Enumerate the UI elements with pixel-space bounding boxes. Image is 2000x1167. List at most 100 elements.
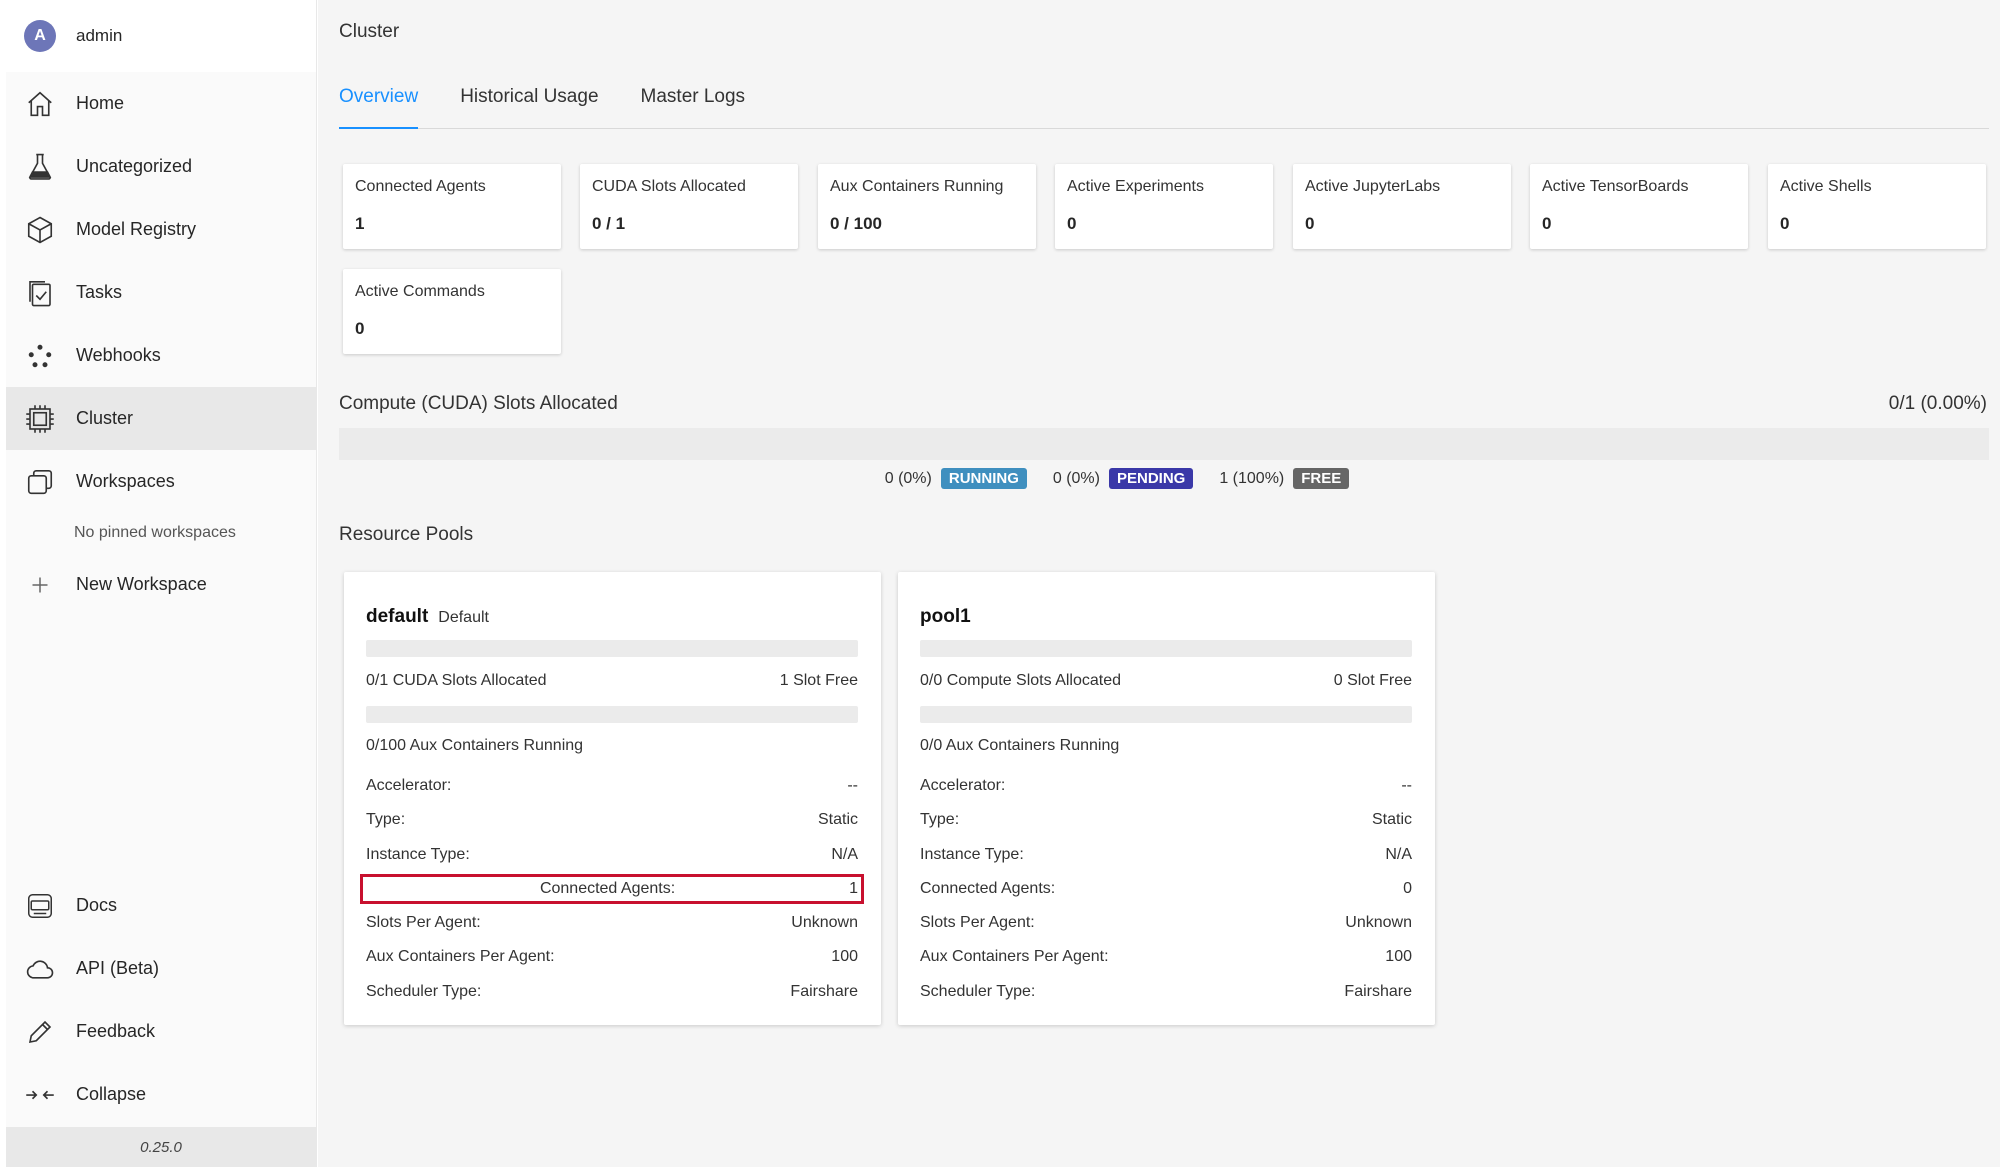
card-title: Active Experiments [1067,178,1204,195]
tab-master-logs[interactable]: Master Logs [641,84,746,129]
new-workspace-label: New Workspace [76,574,207,594]
sidebar-item-label: Collapse [76,1084,147,1104]
status-badge-free: FREE [1293,468,1350,489]
detail-key: Scheduler Type: [920,983,1036,1000]
card-value: 0 [355,319,365,338]
detail-value: N/A [831,846,858,863]
aux-row: 0/0 Aux Containers Running [920,737,1412,755]
card-value: 0 / 1 [592,214,626,233]
cloud-icon [24,953,56,985]
plus-icon [24,569,56,601]
detail-value: Static [817,811,858,828]
pool-name-text: pool1 [920,606,971,627]
sidebar-item-webhooks[interactable]: Webhooks [6,324,316,387]
cpu-icon [24,403,56,435]
webhooks-icon [24,340,56,372]
sidebar-item-label: Workspaces [76,471,175,491]
card-title: Active Shells [1780,178,1872,195]
detail-value: N/A [1385,846,1412,863]
sidebar-item-feedback[interactable]: Feedback [6,1000,316,1063]
pencil-icon [24,1016,56,1048]
detail-row-connected-agents: Connected Agents: 1 [360,874,864,904]
pool-name: default Default [366,606,489,628]
aux-bar [920,706,1412,723]
detail-row-accelerator: Accelerator: -- [920,777,1412,795]
detail-value: Fairshare [1344,983,1412,1000]
detail-row-scheduler-type: Scheduler Type: Fairshare [366,983,858,1001]
sidebar-item-label: Model Registry [76,219,197,239]
collapse-icon [24,1079,56,1111]
sidebar-item-home[interactable]: Home [6,72,316,135]
page-title: Cluster [339,21,400,42]
card-value: 0 [1305,214,1315,233]
legend-count: 0 (0%) [884,469,932,487]
slots-bar [366,640,858,657]
slots-bar [920,640,1412,657]
tab-overview[interactable]: Overview [339,84,419,129]
card-title: Connected Agents [355,178,486,195]
pool-name-text: default [366,606,429,627]
detail-row-slots-per-agent: Slots Per Agent: Unknown [366,914,858,932]
legend-count: 0 (0%) [1052,469,1100,487]
cube-icon [24,214,56,246]
detail-value: Static [1371,811,1412,828]
detail-key: Connected Agents: [920,880,1056,897]
pool-name: pool1 [920,606,971,628]
card-connected-agents: Connected Agents 1 [343,164,561,249]
avatar[interactable]: A [24,20,56,52]
new-workspace-button[interactable]: New Workspace [6,553,316,616]
sidebar-item-docs[interactable]: Docs [6,874,316,937]
aux-bar [366,706,858,723]
detail-row-aux-per-agent: Aux Containers Per Agent: 100 [920,948,1412,966]
pool-default-tag: Default [438,609,489,626]
card-title: Aux Containers Running [830,178,1004,195]
card-active-commands: Active Commands 0 [343,269,561,354]
slots-free: 0 Slot Free [1333,672,1412,689]
user-menu[interactable]: A admin [6,0,316,72]
detail-value: 100 [831,948,858,965]
legend-pending: 0 (0%) PENDING [1052,468,1194,489]
pool-card-default[interactable]: default Default 0/1 CUDA Slots Allocated … [344,572,881,1025]
card-active-jupyterlabs: Active JupyterLabs 0 [1293,164,1511,249]
detail-key: Instance Type: [920,846,1024,863]
detail-key: Accelerator: [366,777,452,794]
allocation-legend: 0 (0%) RUNNING 0 (0%) PENDING 1 (100%) F… [318,468,2000,489]
tab-historical-usage[interactable]: Historical Usage [460,84,598,129]
detail-key: Accelerator: [920,777,1006,794]
detail-value: -- [1401,777,1412,794]
sidebar-item-cluster[interactable]: Cluster [6,387,316,450]
detail-value: Unknown [1345,914,1412,931]
detail-row-connected-agents: Connected Agents: 0 [920,880,1412,898]
slots-label: 0/1 CUDA Slots Allocated [366,672,547,689]
aux-label: 0/0 Aux Containers Running [920,737,1120,754]
sidebar-item-workspaces[interactable]: Workspaces [6,450,316,513]
status-badge-running: RUNNING [940,468,1027,489]
tab-bar: Overview Historical Usage Master Logs [339,84,1989,129]
card-active-tensorboards: Active TensorBoards 0 [1530,164,1748,249]
sidebar-item-tasks[interactable]: Tasks [6,261,316,324]
detail-value: 1 [849,880,858,897]
sidebar-item-model-registry[interactable]: Model Registry [6,198,316,261]
sidebar-item-uncategorized[interactable]: Uncategorized [6,135,316,198]
pool-card-pool1[interactable]: pool1 0/0 Compute Slots Allocated 0 Slot… [898,572,1435,1025]
detail-row-slots-per-agent: Slots Per Agent: Unknown [920,914,1412,932]
card-value: 0 / 100 [830,214,882,233]
card-title: CUDA Slots Allocated [592,178,746,195]
sidebar-item-collapse[interactable]: Collapse [6,1063,316,1126]
detail-key: Aux Containers Per Agent: [920,948,1109,965]
detail-row-type: Type: Static [920,811,1412,829]
sidebar-item-api[interactable]: API (Beta) [6,937,316,1000]
detail-key: Instance Type: [366,846,470,863]
card-value: 0 [1067,214,1077,233]
allocation-ratio: 0/1 (0.00%) [1888,393,1987,414]
version-label: 0.25.0 [6,1127,316,1167]
legend-running: 0 (0%) RUNNING [885,468,1027,489]
detail-key: Slots Per Agent: [366,914,481,931]
legend-count: 1 (100%) [1219,469,1285,487]
detail-row-aux-per-agent: Aux Containers Per Agent: 100 [366,948,858,966]
detail-row-instance-type: Instance Type: N/A [920,846,1412,864]
card-cuda-slots: CUDA Slots Allocated 0 / 1 [580,164,798,249]
sidebar-item-label: API (Beta) [76,958,160,978]
card-value: 1 [355,214,365,233]
sidebar: A admin Home Uncategorized Model Registr… [6,0,317,1167]
